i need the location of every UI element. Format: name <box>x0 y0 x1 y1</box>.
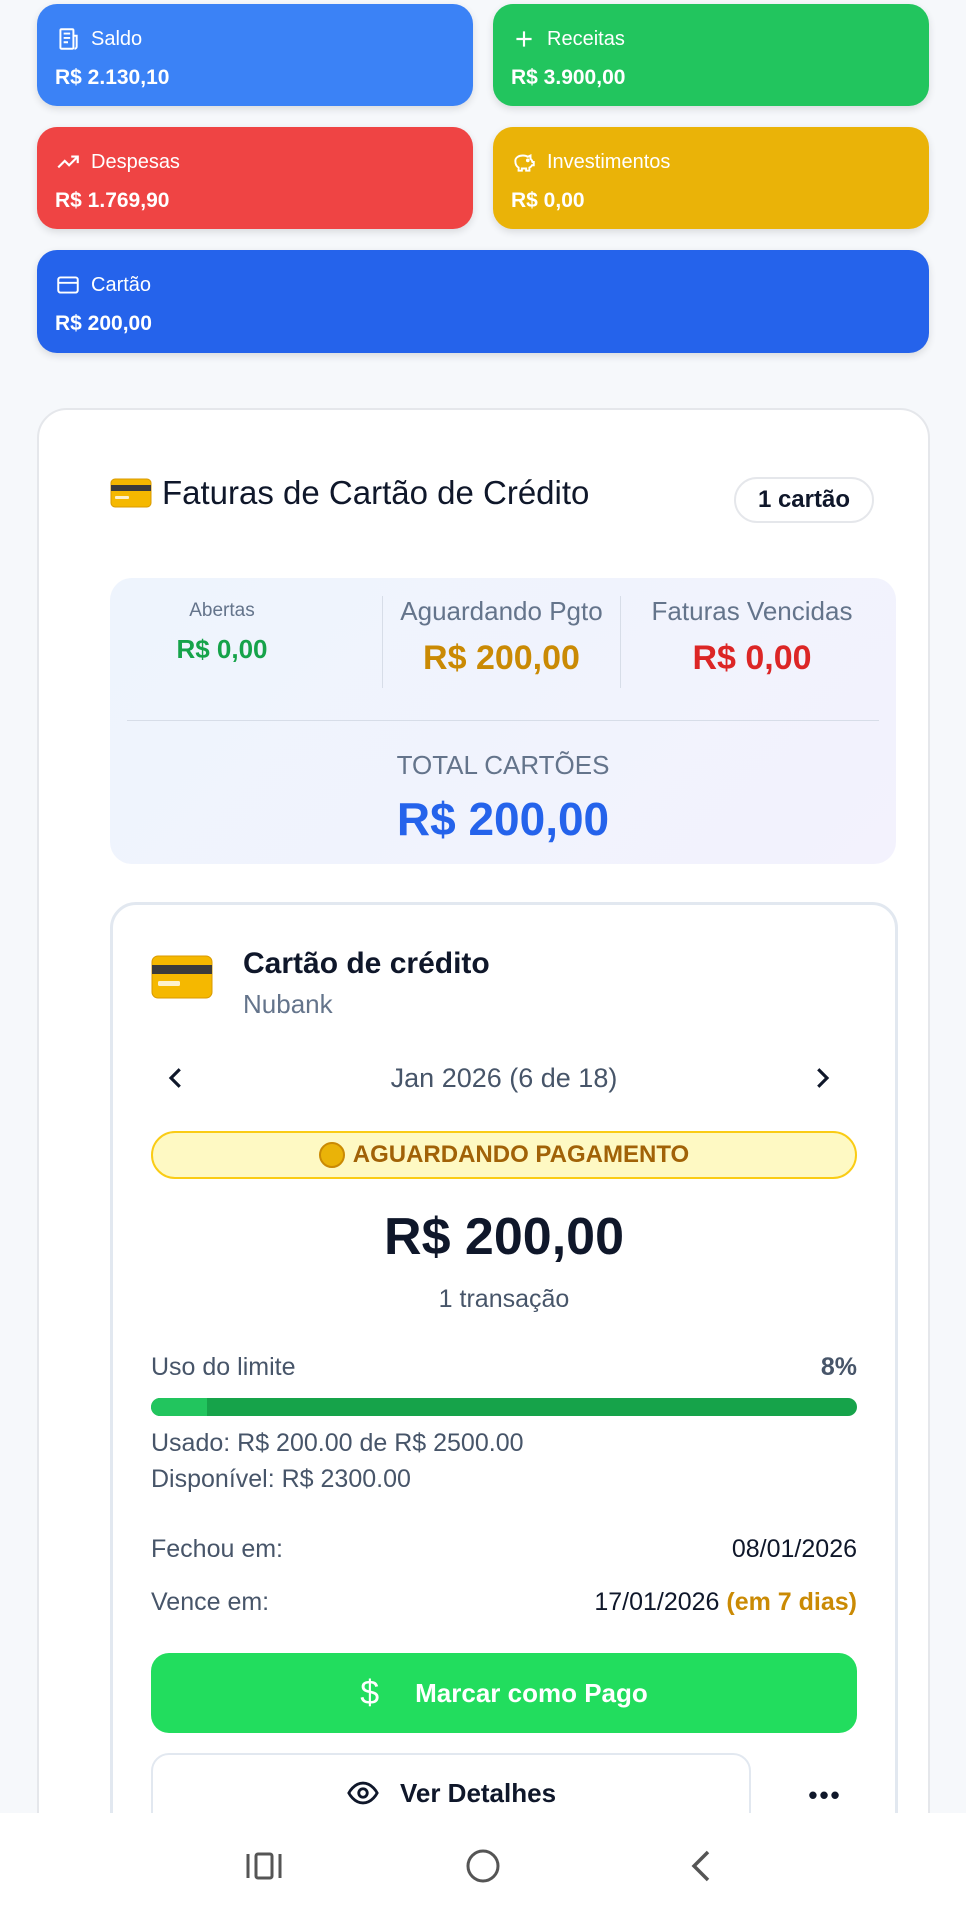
plus-icon <box>516 31 532 47</box>
card-bank: Nubank <box>243 989 333 1019</box>
limit-label: Uso do limite <box>151 1353 296 1381</box>
recent-apps-icon[interactable] <box>244 1846 284 1886</box>
transaction-count: 1 transação <box>438 1285 570 1313</box>
divider <box>127 720 879 721</box>
back-icon[interactable] <box>682 1846 722 1886</box>
more-options-icon[interactable]: ••• <box>805 1775 845 1813</box>
saldo-label: Saldo <box>91 28 143 50</box>
trending-up-icon <box>57 155 79 169</box>
credit-card-item: Cartão de crédito Nubank Jan 2026 (6 de … <box>110 902 898 1813</box>
due-value: 17/01/2026 (em 7 dias) <box>594 1588 857 1617</box>
section-title: Faturas de Cartão de Crédito <box>110 474 589 512</box>
open-stat: Abertas R$ 0,00 <box>127 596 317 665</box>
used-amount: Usado: R$ 200.00 de R$ 2500.00 <box>151 1429 524 1457</box>
open-label: Abertas <box>189 600 255 621</box>
cartao-label: Cartão <box>91 274 152 296</box>
view-details-label: Ver Detalhes <box>399 1777 557 1808</box>
mark-paid-button[interactable]: $ Marcar como Pago <box>151 1653 857 1733</box>
despesas-value: R$ 1.769,90 <box>55 189 170 212</box>
page-content: Saldo R$ 2.130,10 Receitas R$ 3.900,00 D… <box>18 0 947 1813</box>
section-title-text: Faturas de Cartão de Crédito <box>162 474 590 511</box>
view-details-button[interactable]: Ver Detalhes <box>151 1753 751 1813</box>
cartao-value: R$ 200,00 <box>55 312 152 335</box>
receitas-value: R$ 3.900,00 <box>511 66 626 89</box>
dollar-icon: $ <box>360 1673 380 1712</box>
overdue-label: Faturas Vencidas <box>651 596 853 626</box>
available-amount: Disponível: R$ 2300.00 <box>151 1465 411 1493</box>
investimentos-label: Investimentos <box>547 151 671 173</box>
piggy-bank-icon <box>514 153 535 172</box>
credit-card-emoji-icon <box>110 478 152 508</box>
open-value: R$ 0,00 <box>176 634 268 664</box>
despesas-label: Despesas <box>91 151 180 173</box>
awaiting-label: Aguardando Pgto <box>400 596 603 626</box>
receipt-icon <box>59 28 78 50</box>
limit-percent: 8% <box>820 1353 857 1381</box>
home-icon[interactable] <box>463 1846 503 1886</box>
receitas-label: Receitas <box>547 28 625 50</box>
invoices-section: Faturas de Cartão de Crédito 1 cartão Ab… <box>37 408 930 1813</box>
cartao-tile[interactable]: Cartão R$ 200,00 <box>37 250 929 353</box>
card-name: Cartão de crédito <box>243 947 490 980</box>
investimentos-value: R$ 0,00 <box>511 189 585 212</box>
credit-card-icon <box>57 276 79 294</box>
due-countdown: (em 7 dias) <box>726 1588 857 1616</box>
eye-icon <box>347 1781 379 1805</box>
total-label: TOTAL CARTÕES <box>396 750 610 780</box>
invoice-summary: Abertas R$ 0,00 Aguardando Pgto R$ 200,0… <box>110 578 896 864</box>
invoice-period: Jan 2026 (6 de 18) <box>390 1063 618 1093</box>
status-badge: AGUARDANDO PAGAMENTO <box>151 1131 857 1179</box>
saldo-tile[interactable]: Saldo R$ 2.130,10 <box>37 4 473 106</box>
system-nav-bar <box>0 1813 966 1920</box>
yellow-circle-icon <box>318 1142 345 1168</box>
closed-label: Fechou em: <box>151 1535 284 1563</box>
due-label: Vence em: <box>151 1588 270 1616</box>
investimentos-tile[interactable]: Investimentos R$ 0,00 <box>493 127 929 229</box>
awaiting-value: R$ 200,00 <box>423 639 580 677</box>
limit-progress-bar <box>151 1398 857 1416</box>
card-count-badge: 1 cartão <box>733 477 874 523</box>
saldo-value: R$ 2.130,10 <box>55 66 170 89</box>
status-text: AGUARDANDO PAGAMENTO <box>352 1141 690 1168</box>
receitas-tile[interactable]: Receitas R$ 3.900,00 <box>493 4 929 106</box>
closed-date: 08/01/2026 <box>731 1535 857 1563</box>
due-date: 17/01/2026 <box>594 1588 720 1616</box>
invoice-amount: R$ 200,00 <box>384 1208 624 1266</box>
limit-progress-fill <box>151 1398 208 1416</box>
awaiting-stat: Aguardando Pgto R$ 200,00 <box>383 596 620 678</box>
overdue-value: R$ 0,00 <box>692 639 812 677</box>
despesas-tile[interactable]: Despesas R$ 1.769,90 <box>37 127 473 229</box>
chevron-right-icon[interactable] <box>807 1063 837 1093</box>
overdue-stat: Faturas Vencidas R$ 0,00 <box>621 596 883 678</box>
credit-card-emoji-icon <box>151 955 213 999</box>
mark-paid-label: Marcar como Pago <box>415 1677 648 1708</box>
total-value: R$ 200,00 <box>396 793 610 845</box>
